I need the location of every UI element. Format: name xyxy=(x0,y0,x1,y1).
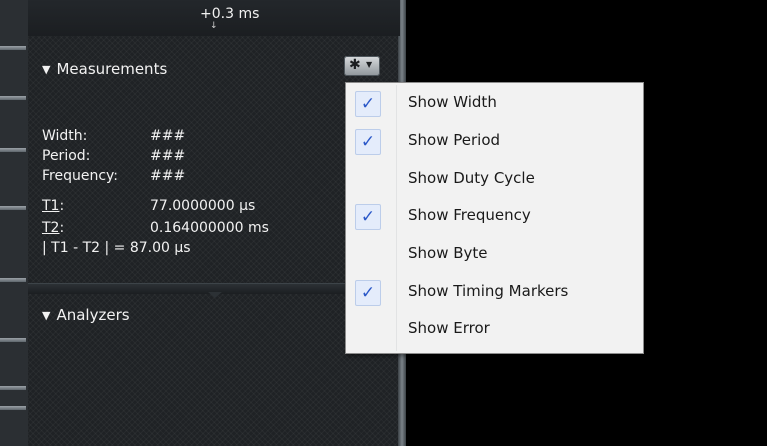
menu-item-show-byte[interactable]: Show Byte xyxy=(346,236,643,272)
divider-notch xyxy=(208,292,222,298)
time-cursor-arrow-icon: ↓ xyxy=(210,21,218,31)
analyzers-title: Analyzers xyxy=(56,306,130,324)
measurements-options-menu: ✓ Show Width ✓ Show Period Show Duty Cyc… xyxy=(345,82,644,354)
measurements-header[interactable]: ▼ Measurements xyxy=(42,60,167,78)
channel-marker xyxy=(0,148,26,152)
collapse-triangle-icon[interactable]: ▼ xyxy=(42,63,50,76)
checkmark-icon: ✓ xyxy=(355,280,381,306)
measurement-row-period: Period: ### xyxy=(42,148,185,168)
measurement-label-suffix: : xyxy=(59,220,65,236)
menu-item-show-error[interactable]: Show Error xyxy=(346,311,643,347)
t2-marker-link[interactable]: T2 xyxy=(42,220,59,236)
menu-item-label: Show Frequency xyxy=(408,206,531,224)
channel-marker xyxy=(0,206,26,210)
measurement-row-width: Width: ### xyxy=(42,128,185,148)
menu-item-show-timing-markers[interactable]: ✓ Show Timing Markers xyxy=(346,274,643,310)
measurement-label: Frequency: xyxy=(42,168,119,184)
menu-item-label: Show Period xyxy=(408,131,501,149)
channel-marker xyxy=(0,338,26,342)
channel-marker xyxy=(0,386,26,390)
measurement-row-delta: | T1 - T2 | = 87.00 µs xyxy=(42,240,191,260)
measurement-value: 0.164000000 ms xyxy=(150,220,269,236)
measurement-row-t2: T2: 0.164000000 ms xyxy=(42,220,269,240)
measurement-row-frequency: Frequency: ### xyxy=(42,168,185,188)
menu-item-show-duty-cycle[interactable]: Show Duty Cycle xyxy=(346,161,643,197)
dropdown-caret-icon: ▼ xyxy=(366,60,373,69)
channel-edge-strip xyxy=(0,0,28,446)
measurement-row-t1: T1: 77.0000000 µs xyxy=(42,198,255,218)
menu-item-label: Show Byte xyxy=(408,244,488,262)
checkmark-icon: ✓ xyxy=(355,204,381,230)
checkmark-icon: ✓ xyxy=(355,129,381,155)
menu-item-label: Show Error xyxy=(408,319,490,337)
channel-marker xyxy=(0,46,26,50)
channel-marker xyxy=(0,278,26,282)
collapse-triangle-icon[interactable]: ▼ xyxy=(42,309,50,322)
measurement-value: ### xyxy=(150,168,186,184)
time-offset-label: +0.3 ms xyxy=(200,6,260,22)
menu-item-show-period[interactable]: ✓ Show Period xyxy=(346,123,643,159)
menu-item-show-frequency[interactable]: ✓ Show Frequency xyxy=(346,198,643,234)
analyzers-header[interactable]: ▼ Analyzers xyxy=(42,306,130,324)
measurement-value: ### xyxy=(150,128,186,144)
time-ruler: +0.3 ms ↓ xyxy=(28,0,400,36)
menu-item-label: Show Duty Cycle xyxy=(408,169,535,187)
checkmark-icon: ✓ xyxy=(355,91,381,117)
gear-icon: ✱ xyxy=(349,57,361,73)
menu-item-show-width[interactable]: ✓ Show Width xyxy=(346,85,643,121)
measurement-value: 77.0000000 µs xyxy=(150,198,256,214)
menu-item-label: Show Timing Markers xyxy=(408,282,569,300)
measurement-value: ### xyxy=(150,148,186,164)
measurement-label: Width: xyxy=(42,128,88,144)
measurement-label: Period: xyxy=(42,148,91,164)
measurement-delta: | T1 - T2 | = 87.00 µs xyxy=(42,240,191,256)
settings-button[interactable]: ✱ ▼ xyxy=(344,56,380,76)
channel-marker xyxy=(0,96,26,100)
measurements-title: Measurements xyxy=(56,60,168,78)
channel-marker xyxy=(0,406,26,410)
menu-item-label: Show Width xyxy=(408,93,497,111)
t1-marker-link[interactable]: T1 xyxy=(42,198,59,214)
measurement-label-suffix: : xyxy=(59,198,65,214)
